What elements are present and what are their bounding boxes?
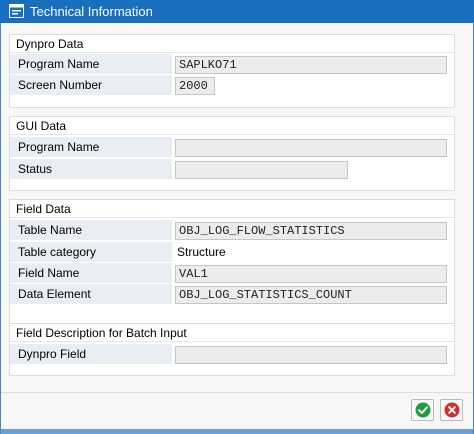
gui-data-title: GUI Data — [16, 119, 67, 133]
table-name-field[interactable]: OBJ_LOG_FLOW_STATISTICS — [175, 222, 447, 240]
close-icon — [444, 402, 460, 418]
gui-program-name-row: Program Name — [10, 137, 454, 158]
gui-program-name-label: Program Name — [10, 137, 172, 158]
ok-button[interactable] — [411, 399, 434, 421]
status-row: Status — [10, 159, 454, 180]
status-field[interactable] — [175, 161, 348, 179]
window-bottom-edge — [1, 429, 473, 434]
program-name-value: SAPLKO71 — [179, 58, 237, 72]
gui-data-group: GUI Data Program Name Status — [9, 116, 455, 191]
screen-number-row: Screen Number 2000 — [10, 75, 454, 96]
dynpro-data-header: Dynpro Data — [10, 35, 454, 53]
dynpro-data-group: Dynpro Data Program Name SAPLKO71 Screen… — [9, 34, 455, 108]
dialog-body: Dynpro Data Program Name SAPLKO71 Screen… — [0, 23, 474, 434]
field-name-field[interactable]: VAL1 — [175, 265, 447, 283]
field-data-title: Field Data — [16, 202, 71, 216]
field-name-label: Field Name — [10, 263, 172, 284]
field-data-header: Field Data — [10, 200, 454, 218]
focus-corner-top-left — [176, 57, 179, 60]
table-category-value: Structure — [177, 245, 226, 259]
gui-program-name-field[interactable] — [175, 139, 447, 157]
batch-input-title: Field Description for Batch Input — [16, 326, 187, 340]
batch-input-header: Field Description for Batch Input — [10, 324, 454, 342]
dynpro-field-field[interactable] — [175, 346, 447, 364]
program-name-field[interactable]: SAPLKO71 — [175, 56, 447, 74]
data-element-field[interactable]: OBJ_LOG_STATISTICS_COUNT — [175, 286, 447, 304]
status-label: Status — [10, 159, 172, 180]
table-name-row: Table Name OBJ_LOG_FLOW_STATISTICS — [10, 220, 454, 241]
program-name-row: Program Name SAPLKO71 — [10, 54, 454, 75]
screen-number-label: Screen Number — [10, 75, 172, 96]
dynpro-field-label: Dynpro Field — [10, 344, 172, 365]
footer-divider — [1, 392, 473, 393]
program-name-label: Program Name — [10, 54, 172, 75]
field-name-row: Field Name VAL1 — [10, 263, 454, 284]
gui-data-header: GUI Data — [10, 117, 454, 135]
table-category-label: Table category — [10, 242, 172, 263]
table-name-label: Table Name — [10, 220, 172, 241]
cancel-button[interactable] — [440, 399, 463, 421]
window-title: Technical Information — [30, 4, 153, 19]
data-element-label: Data Element — [10, 284, 172, 305]
title-bar: Technical Information — [0, 0, 474, 23]
screen-number-field[interactable]: 2000 — [175, 77, 215, 95]
batch-input-group: Field Description for Batch Input Dynpro… — [9, 323, 455, 376]
focus-corner-bottom-right — [443, 70, 446, 73]
dynpro-data-title: Dynpro Data — [16, 37, 84, 51]
technical-info-icon — [9, 4, 24, 18]
table-category-row: Table category Structure — [10, 242, 454, 263]
data-element-row: Data Element OBJ_LOG_STATISTICS_COUNT — [10, 284, 454, 305]
field-data-group: Field Data Table Name OBJ_LOG_FLOW_STATI… — [9, 199, 455, 327]
checkmark-icon — [415, 402, 431, 418]
dynpro-field-row: Dynpro Field — [10, 344, 454, 365]
